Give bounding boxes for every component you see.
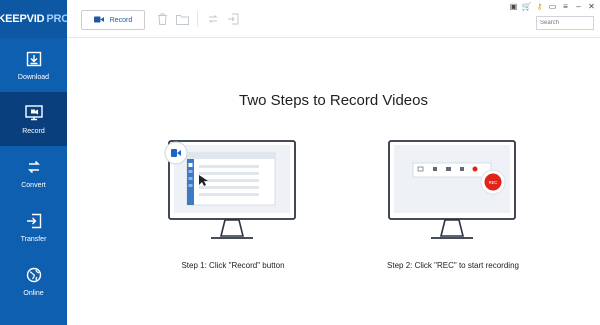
step2-illustration: REC <box>383 135 523 252</box>
download-icon <box>25 50 43 68</box>
sidebar-item-download[interactable]: Download <box>0 38 67 92</box>
sidebar-item-label: Download <box>17 73 50 81</box>
app-logo: KEEPVID PRO <box>0 0 70 38</box>
sidebar: KEEPVID PRO Download Record Convert Trans… <box>0 0 70 325</box>
folder-icon[interactable] <box>175 12 189 26</box>
convert-icon <box>25 158 43 176</box>
globe-icon <box>25 266 43 284</box>
search-input[interactable] <box>536 16 594 30</box>
sidebar-item-label: Convert <box>21 181 46 189</box>
video-camera-icon <box>93 16 104 25</box>
sidebar-item-label: Record <box>22 127 45 135</box>
step2-caption: Step 2: Click "REC" to start recording <box>387 261 519 270</box>
close-icon[interactable]: ✕ <box>587 3 596 12</box>
toolbar-divider <box>197 11 198 27</box>
step1-caption: Step 1: Click "Record" button <box>181 261 285 270</box>
menu-icon[interactable]: ≡ <box>561 3 570 12</box>
sidebar-item-transfer[interactable]: Transfer <box>0 200 67 254</box>
sidebar-item-label: Transfer <box>20 235 47 243</box>
minimize-icon[interactable]: – <box>574 3 583 12</box>
main-panel: Two Steps to Record Videos REC Step 1: C… <box>67 39 600 325</box>
register-icon[interactable]: ▣ <box>509 3 518 12</box>
sidebar-item-record[interactable]: Record <box>0 92 67 146</box>
convert-icon[interactable] <box>206 12 220 26</box>
window-controls: ▣ 🛒 ⚷ ▭ ≡ – ✕ <box>509 0 596 14</box>
rec-badge: REC <box>489 180 498 185</box>
step1-illustration <box>163 135 303 252</box>
sidebar-item-convert[interactable]: Convert <box>0 146 67 200</box>
key-icon[interactable]: ⚷ <box>535 3 544 12</box>
page-title: Two Steps to Record Videos <box>239 92 428 109</box>
record-screen-icon <box>24 104 43 122</box>
sidebar-item-label: Online <box>23 289 44 297</box>
record-button[interactable]: Record <box>81 10 145 30</box>
sidebar-item-online[interactable]: Online <box>0 254 67 308</box>
toolbar: Record ▣ 🛒 ⚷ ▭ ≡ – ✕ <box>67 0 600 38</box>
transfer-icon[interactable] <box>226 12 240 26</box>
chat-icon[interactable]: ▭ <box>548 3 557 12</box>
transfer-icon <box>25 212 43 230</box>
trash-icon[interactable] <box>155 12 169 26</box>
cart-icon[interactable]: 🛒 <box>522 3 532 12</box>
